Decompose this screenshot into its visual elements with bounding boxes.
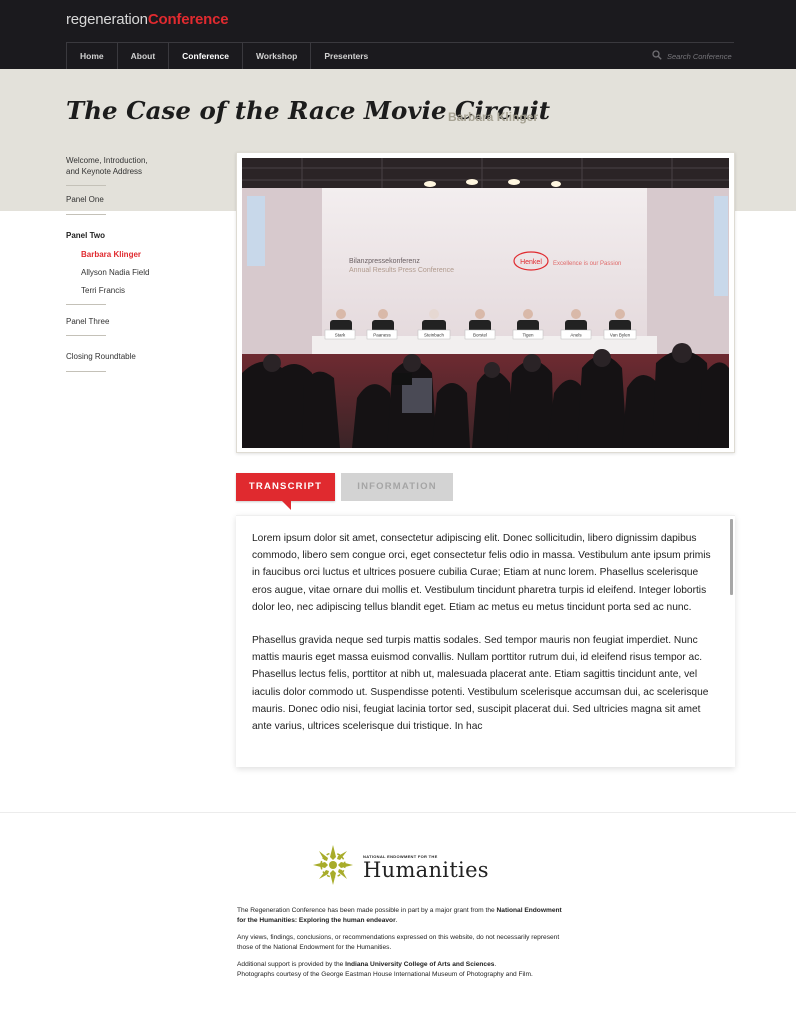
- nameplate-6: Anels: [570, 333, 582, 338]
- footer-support-text: Additional support is provided by the: [237, 961, 346, 968]
- sidebar-subitem-allyson-nadia-field[interactable]: Allyson Nadia Field: [66, 268, 214, 278]
- footer-credits: The Regeneration Conference has been mad…: [237, 906, 567, 987]
- backdrop-tagline: Excellence is our Passion: [553, 261, 621, 267]
- sidebar-item-panel-three[interactable]: Panel Three: [66, 317, 109, 336]
- transcript-scrollbar[interactable]: [730, 519, 733, 595]
- sidebar-item-closing-roundtable[interactable]: Closing Roundtable: [66, 352, 136, 372]
- footer-grant-end: .: [395, 917, 398, 924]
- nameplate-2: Paaness: [373, 333, 391, 338]
- sidebar-item-panel-two[interactable]: Panel Two: [66, 231, 214, 241]
- nav-home[interactable]: Home: [66, 43, 117, 69]
- sidebar-item-welcome[interactable]: Welcome, Introduction, and Keynote Addre…: [66, 156, 148, 186]
- main-nav: Home About Conference Workshop Presenter…: [66, 43, 381, 69]
- site-logo[interactable]: regenerationConference: [66, 11, 229, 28]
- logo-accent: Conference: [147, 11, 229, 28]
- transcript-panel[interactable]: Lorem ipsum dolor sit amet, consectetur …: [236, 515, 735, 767]
- top-bar: regenerationConference Home About Confer…: [0, 0, 796, 69]
- sidebar-welcome-line1: Welcome, Introduction,: [66, 156, 148, 165]
- session-sidebar: Welcome, Introduction, and Keynote Addre…: [66, 156, 214, 381]
- tab-information[interactable]: INFORMATION: [341, 473, 453, 501]
- footer-photo-credit: Photographs courtesy of the George Eastm…: [237, 971, 533, 978]
- backdrop-brand: Henkel: [520, 259, 542, 266]
- speaker-name: Barbara Klinger: [448, 110, 539, 124]
- footer-grant-text: The Regeneration Conference has been mad…: [237, 907, 497, 914]
- tab-information-label: INFORMATION: [357, 481, 437, 492]
- nameplate-1: Stark: [335, 333, 346, 338]
- sidebar-subitem-terri-francis[interactable]: Terri Francis: [66, 286, 214, 296]
- nameplate-7: Van Bylen: [610, 333, 631, 338]
- footer-support: Additional support is provided by the In…: [237, 960, 567, 980]
- tab-transcript-label: TRANSCRIPT: [248, 481, 323, 492]
- neh-wordmark: NATIONAL ENDOWMENT FOR THE Humanities: [363, 854, 489, 881]
- neh-big-text: Humanities: [363, 858, 489, 882]
- search-box[interactable]: [652, 47, 739, 65]
- transcript-paragraph-1: Lorem ipsum dolor sit amet, consectetur …: [252, 533, 711, 613]
- neh-sunburst-icon: [311, 843, 355, 892]
- footer-support-bold: Indiana University College of Arts and S…: [345, 961, 495, 968]
- footer-support-end: .: [494, 961, 497, 968]
- sidebar-welcome-line2: and Keynote Address: [66, 166, 143, 176]
- search-icon[interactable]: [652, 47, 662, 65]
- nav-conference[interactable]: Conference: [168, 43, 242, 69]
- transcript-paragraph-2: Phasellus gravida neque sed turpis matti…: [252, 635, 709, 733]
- sidebar-item-panel-one[interactable]: Panel One: [66, 195, 106, 215]
- footer-grant: The Regeneration Conference has been mad…: [237, 906, 567, 926]
- sidebar-divider: [66, 303, 106, 305]
- footer-divider: [0, 812, 796, 813]
- nameplate-4: Borstel: [473, 333, 487, 338]
- search-input[interactable]: [667, 51, 739, 61]
- nav-presenters[interactable]: Presenters: [310, 43, 381, 69]
- transcript-body: Lorem ipsum dolor sit amet, consectetur …: [252, 530, 712, 751]
- logo-prefix: regeneration: [66, 11, 148, 28]
- nameplate-5: Tigen: [522, 333, 534, 338]
- backdrop-subtitle: Annual Results Press Conference: [349, 267, 454, 274]
- transcript-fade: [236, 748, 735, 767]
- nameplate-3: Steinbach: [424, 333, 445, 338]
- sidebar-subitem-barbara-klinger[interactable]: Barbara Klinger: [66, 250, 214, 260]
- tab-pointer: [282, 501, 291, 510]
- session-photo-frame: Bilanzpressekonferenz Annual Results Pre…: [236, 152, 735, 453]
- tab-transcript[interactable]: TRANSCRIPT: [236, 473, 335, 510]
- neh-logo[interactable]: NATIONAL ENDOWMENT FOR THE Humanities: [311, 843, 489, 892]
- session-photo: Bilanzpressekonferenz Annual Results Pre…: [242, 158, 729, 448]
- nav-workshop[interactable]: Workshop: [241, 43, 310, 69]
- nav-about[interactable]: About: [116, 43, 169, 69]
- backdrop-title: Bilanzpressekonferenz: [349, 258, 420, 265]
- footer-disclaimer: Any views, findings, conclusions, or rec…: [237, 934, 560, 951]
